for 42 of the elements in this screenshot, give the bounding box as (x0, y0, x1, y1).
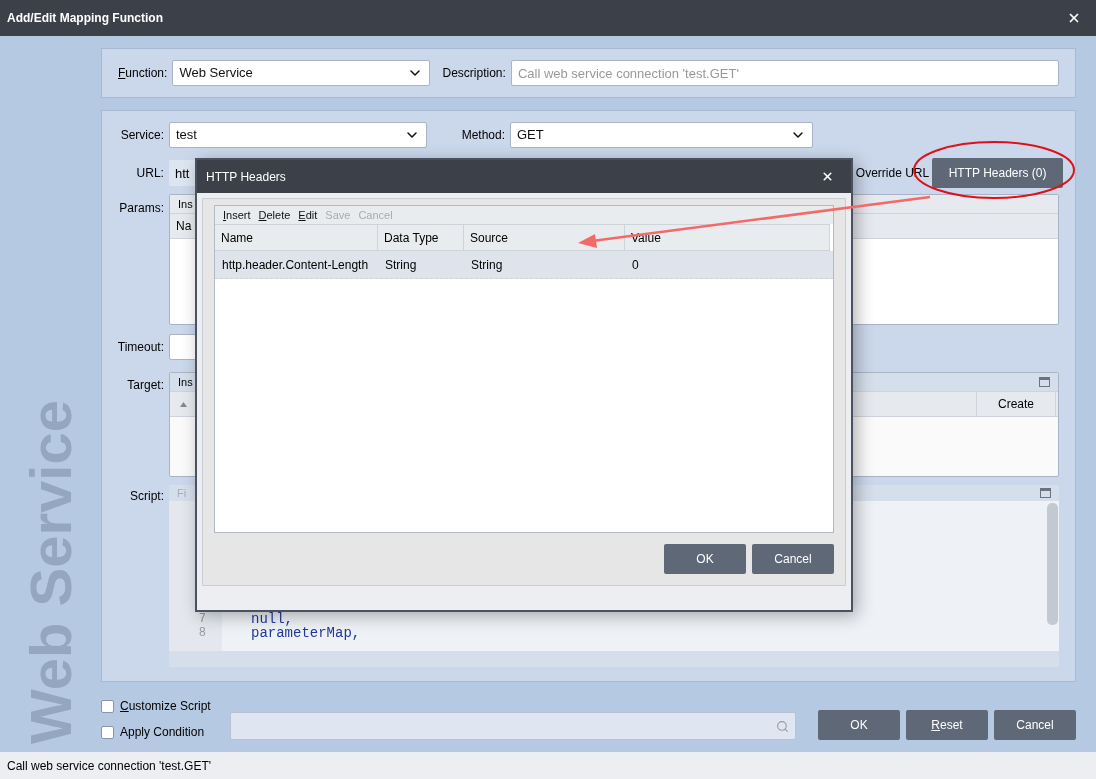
url-label: URL: (135, 165, 165, 182)
toolbar-item[interactable]: Edit (298, 206, 318, 224)
dialog-button[interactable]: OK (664, 544, 746, 574)
toolbar-item[interactable]: Delete (258, 206, 291, 224)
toolbar-item[interactable]: Ins (178, 195, 193, 213)
function-select[interactable]: Web Service (172, 60, 430, 86)
column-header[interactable]: Data Type (378, 225, 464, 250)
dialog-button[interactable]: OK (818, 710, 900, 740)
table-row[interactable]: http.header.Content-Length String String 0 (215, 251, 833, 279)
column-header[interactable]: Name (215, 225, 378, 250)
column-header[interactable]: Create (976, 392, 1056, 416)
script-label: Script: (129, 488, 165, 505)
service-label: Service: (119, 127, 165, 144)
http-headers-button[interactable]: HTTP Headers (0) (932, 158, 1063, 188)
window-title: Add/Edit Mapping Function (7, 10, 163, 27)
toolbar-item[interactable]: Ins (178, 373, 193, 391)
method-select[interactable]: GET (510, 122, 813, 148)
timeout-label: Timeout: (116, 339, 165, 356)
code-line: null, (251, 612, 294, 626)
checkbox-label[interactable]: Apply Condition (120, 723, 205, 741)
table-cell-text: http.header.Content-Length (221, 256, 370, 274)
params-label: Params: (118, 200, 165, 217)
method-label: Method: (460, 127, 506, 144)
table-cell-text: String (470, 256, 504, 274)
column-header[interactable]: Na (176, 217, 192, 235)
description-label: Description: (442, 65, 506, 82)
description-field[interactable]: Call web service connection 'test.GET' (510, 60, 1059, 86)
dialog-button[interactable]: Cancel (994, 710, 1076, 740)
dialog-button[interactable]: Cancel (752, 544, 834, 574)
dialog-button[interactable]: Reset (906, 710, 988, 740)
service-select[interactable]: test (169, 122, 427, 148)
code-line: parameterMap, (251, 626, 362, 640)
target-label: Target: (126, 377, 165, 394)
toolbar-item[interactable]: Insert (223, 206, 251, 224)
table-cell-text: 0 (631, 256, 640, 274)
checkbox-label[interactable]: Customize Script (120, 697, 211, 715)
dialog-title: HTTP Headers (206, 168, 286, 186)
status-text: Call web service connection 'test.GET' (7, 757, 211, 775)
line-number: 8 (197, 626, 207, 640)
line-number: 7 (197, 612, 207, 626)
function-label: Function: (118, 65, 168, 82)
table-cell-text: String (384, 256, 418, 274)
